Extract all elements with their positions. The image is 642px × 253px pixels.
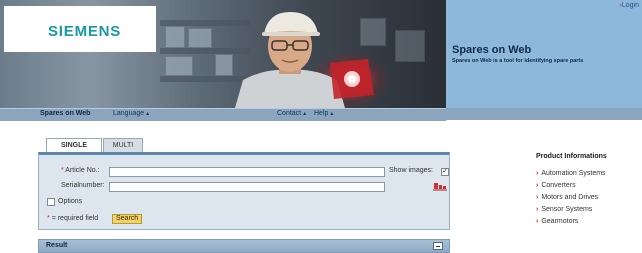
search-form-panel: * Article No.: Show images: ✓ Serialnumb… — [38, 152, 450, 230]
required-marker: * — [61, 167, 64, 174]
tab-single[interactable]: SINGLE — [46, 138, 102, 152]
chevron-right-icon: › — [536, 170, 539, 177]
product-info-link-gearmotors[interactable]: › Gearmotors — [536, 218, 578, 225]
minimize-icon[interactable] — [433, 242, 443, 250]
login-link[interactable]: ›Login — [620, 2, 639, 9]
product-info-label: Converters — [541, 182, 576, 189]
required-field-note: * = required field — [47, 215, 98, 222]
required-note-text: = required field — [51, 215, 99, 222]
serial-number-input[interactable] — [109, 182, 385, 192]
site-title: Spares on Web — [452, 44, 532, 56]
nav-item-contact[interactable]: Contact▲ — [277, 110, 307, 117]
serial-number-label: Serialnumber: — [61, 182, 105, 189]
product-info-link-sensor-systems[interactable]: › Sensor Systems — [536, 206, 592, 213]
product-info-link-automation-systems[interactable]: › Automation Systems — [536, 170, 606, 177]
chevron-right-icon: › — [536, 194, 539, 201]
product-info-label: Automation Systems — [541, 170, 606, 177]
article-no-label: * Article No.: — [61, 167, 100, 174]
tab-multi[interactable]: MULTI — [103, 138, 143, 152]
nav-help-label: Help — [314, 110, 329, 117]
dropdown-triangle-icon: ▲ — [329, 111, 335, 117]
product-info-link-motors-and-drives[interactable]: › Motors and Drives — [536, 194, 598, 201]
header-banner: SIEMENS ›Login Spares on Web Spares on W… — [0, 0, 642, 108]
search-button[interactable]: Search — [112, 214, 143, 224]
article-no-input[interactable] — [109, 167, 385, 177]
nav-item-language[interactable]: Language▲ — [113, 110, 150, 117]
main-nav: Spares on Web Language▲ Contact▲ Help▲ — [0, 108, 446, 121]
options-label: Options — [58, 198, 83, 205]
nav-right-filler — [446, 108, 642, 120]
product-info-link-converters[interactable]: › Converters — [536, 182, 576, 189]
show-images-checkbox[interactable]: ✓ — [441, 168, 449, 176]
nav-language-label: Language — [113, 110, 145, 117]
chevron-right-icon: › — [536, 218, 539, 225]
options-checkbox[interactable] — [47, 198, 55, 206]
glowing-part-icon — [330, 59, 374, 99]
site-subtitle: Spares on Web is a tool for identifying … — [452, 58, 584, 64]
nav-item-help[interactable]: Help▲ — [314, 110, 334, 117]
site-title-panel: ›Login Spares on Web Spares on Web is a … — [446, 0, 642, 108]
product-info-label: Motors and Drives — [541, 194, 599, 201]
nav-item-spares-on-web[interactable]: Spares on Web — [40, 110, 90, 117]
dropdown-triangle-icon: ▲ — [302, 111, 308, 117]
dropdown-triangle-icon: ▲ — [145, 111, 151, 117]
product-info-label: Gearmotors — [541, 218, 579, 225]
product-info-heading: Product Informations — [536, 153, 607, 160]
siemens-logo-panel: SIEMENS — [4, 6, 156, 52]
result-panel-header: Result — [38, 239, 450, 253]
eraser-icon[interactable] — [433, 181, 447, 191]
siemens-logo: SIEMENS — [48, 23, 122, 40]
show-images-label: Show images: — [389, 167, 433, 174]
chevron-right-icon: › — [536, 182, 539, 189]
required-marker: * — [47, 215, 50, 222]
result-title: Result — [46, 242, 68, 249]
chevron-right-icon: › — [536, 206, 539, 213]
nav-contact-label: Contact — [277, 110, 302, 117]
article-no-label-text: Article No.: — [65, 167, 100, 174]
login-label: Login — [621, 2, 639, 9]
product-info-label: Sensor Systems — [541, 206, 593, 213]
